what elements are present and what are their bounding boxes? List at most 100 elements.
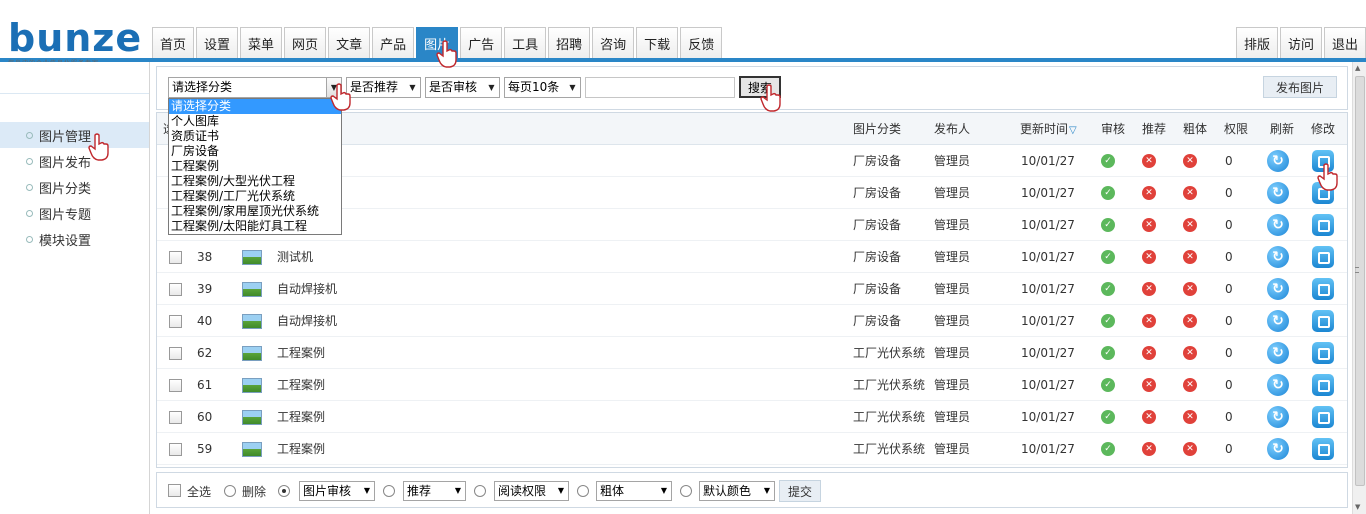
check-icon[interactable]: ✓ [1101, 218, 1115, 232]
cross-icon[interactable]: ✕ [1183, 186, 1197, 200]
cross-icon[interactable]: ✕ [1142, 250, 1156, 264]
col-bold[interactable]: 粗体 [1183, 113, 1207, 145]
nav-tab-9[interactable]: 招聘 [548, 27, 591, 58]
dropdown-option[interactable]: 资质证书 [169, 129, 341, 144]
dropdown-option[interactable]: 工程案例 [169, 159, 341, 174]
page-scrollbar[interactable]: ▲ ▼ [1352, 62, 1366, 514]
row-checkbox[interactable] [169, 379, 182, 392]
dropdown-option[interactable]: 工程案例/工厂光伏系统 [169, 189, 341, 204]
dropdown-option[interactable]: 厂房设备 [169, 144, 341, 159]
scroll-down-icon[interactable]: ▼ [1355, 503, 1364, 512]
permission-radio[interactable] [474, 485, 486, 497]
image-icon[interactable] [242, 442, 262, 457]
cross-icon[interactable]: ✕ [1183, 218, 1197, 232]
refresh-icon[interactable]: ↻ [1267, 374, 1289, 396]
check-icon[interactable]: ✓ [1101, 186, 1115, 200]
edit-icon[interactable] [1312, 150, 1334, 172]
image-icon[interactable] [242, 250, 262, 265]
permission-action-select[interactable]: 阅读权限 ▼ [494, 481, 569, 501]
publish-image-button[interactable]: 发布图片 [1263, 76, 1337, 98]
check-icon[interactable]: ✓ [1101, 282, 1115, 296]
refresh-icon[interactable]: ↻ [1267, 182, 1289, 204]
scroll-thumb[interactable] [1355, 76, 1365, 486]
edit-icon[interactable] [1312, 310, 1334, 332]
col-publisher[interactable]: 发布人 [934, 113, 970, 145]
audit-radio[interactable] [278, 485, 290, 497]
edit-icon[interactable] [1312, 278, 1334, 300]
bold-action-select[interactable]: 粗体 ▼ [596, 481, 672, 501]
row-checkbox[interactable] [169, 251, 182, 264]
sidebar-item-4[interactable]: 模块设置 [0, 226, 149, 252]
nav-tab-1[interactable]: 设置 [196, 27, 239, 58]
nav-tab-11[interactable]: 下载 [636, 27, 679, 58]
check-icon[interactable]: ✓ [1101, 314, 1115, 328]
col-category[interactable]: 图片分类 [853, 113, 901, 145]
image-icon[interactable] [242, 346, 262, 361]
row-title[interactable]: 工程案例 [277, 369, 325, 401]
dropdown-option[interactable]: 工程案例/家用屋顶光伏系统 [169, 204, 341, 219]
cross-icon[interactable]: ✕ [1142, 410, 1156, 424]
row-title[interactable]: 工程案例 [277, 401, 325, 433]
col-recommend[interactable]: 推荐 [1142, 113, 1166, 145]
check-icon[interactable]: ✓ [1101, 346, 1115, 360]
recommend-radio[interactable] [383, 485, 395, 497]
delete-radio[interactable] [224, 485, 236, 497]
nav-tab-7[interactable]: 广告 [460, 27, 503, 58]
sidebar-item-2[interactable]: 图片分类 [0, 174, 149, 200]
cross-icon[interactable]: ✕ [1183, 410, 1197, 424]
dropdown-option[interactable]: 工程案例/太阳能灯具工程 [169, 219, 341, 234]
row-title[interactable]: 自动焊接机 [277, 273, 337, 305]
cross-icon[interactable]: ✕ [1183, 250, 1197, 264]
cross-icon[interactable]: ✕ [1142, 154, 1156, 168]
refresh-icon[interactable]: ↻ [1267, 342, 1289, 364]
row-checkbox[interactable] [169, 315, 182, 328]
image-icon[interactable] [242, 282, 262, 297]
nav-right-tab-0[interactable]: 排版 [1235, 27, 1278, 58]
category-select[interactable]: 请选择分类 ▼ [168, 77, 342, 98]
refresh-icon[interactable]: ↻ [1267, 278, 1289, 300]
refresh-icon[interactable]: ↻ [1267, 438, 1289, 460]
row-title[interactable]: 自动焊接机 [277, 305, 337, 337]
nav-tab-10[interactable]: 咨询 [592, 27, 635, 58]
check-icon[interactable]: ✓ [1101, 378, 1115, 392]
check-icon[interactable]: ✓ [1101, 410, 1115, 424]
nav-tab-6[interactable]: 图片 [416, 27, 459, 58]
check-icon[interactable]: ✓ [1101, 154, 1115, 168]
cross-icon[interactable]: ✕ [1142, 442, 1156, 456]
row-checkbox[interactable] [169, 347, 182, 360]
logo[interactable]: bunze 您身边的企业信息化服务专家 [8, 19, 148, 67]
recommend-action-select[interactable]: 推荐 ▼ [403, 481, 466, 501]
nav-tab-8[interactable]: 工具 [504, 27, 547, 58]
refresh-icon[interactable]: ↻ [1267, 214, 1289, 236]
row-title[interactable]: 测试机 [277, 241, 313, 273]
edit-icon[interactable] [1312, 438, 1334, 460]
refresh-icon[interactable]: ↻ [1267, 246, 1289, 268]
nav-tab-3[interactable]: 网页 [284, 27, 327, 58]
cross-icon[interactable]: ✕ [1183, 442, 1197, 456]
audit-action-select[interactable]: 图片审核 ▼ [299, 481, 375, 501]
refresh-icon[interactable]: ↻ [1267, 150, 1289, 172]
image-icon[interactable] [242, 378, 262, 393]
row-title[interactable]: 工程案例 [277, 433, 325, 465]
edit-icon[interactable] [1312, 374, 1334, 396]
scroll-up-icon[interactable]: ▲ [1355, 64, 1364, 73]
cross-icon[interactable]: ✕ [1183, 282, 1197, 296]
cross-icon[interactable]: ✕ [1142, 186, 1156, 200]
check-icon[interactable]: ✓ [1101, 250, 1115, 264]
col-permission[interactable]: 权限 [1224, 113, 1248, 145]
nav-tab-12[interactable]: 反馈 [680, 27, 723, 58]
bold-radio[interactable] [577, 485, 589, 497]
edit-icon[interactable] [1312, 406, 1334, 428]
col-audit[interactable]: 审核 [1101, 113, 1125, 145]
image-icon[interactable] [242, 410, 262, 425]
cross-icon[interactable]: ✕ [1142, 378, 1156, 392]
image-icon[interactable] [242, 314, 262, 329]
row-checkbox[interactable] [169, 443, 182, 456]
submit-button[interactable]: 提交 [779, 480, 821, 502]
cross-icon[interactable]: ✕ [1142, 282, 1156, 296]
audit-select[interactable]: 是否审核 ▼ [425, 77, 500, 98]
edit-icon[interactable] [1312, 214, 1334, 236]
row-title[interactable]: 工程案例 [277, 337, 325, 369]
search-button[interactable]: 搜索 [739, 76, 781, 98]
dropdown-option[interactable]: 请选择分类 [169, 99, 341, 114]
